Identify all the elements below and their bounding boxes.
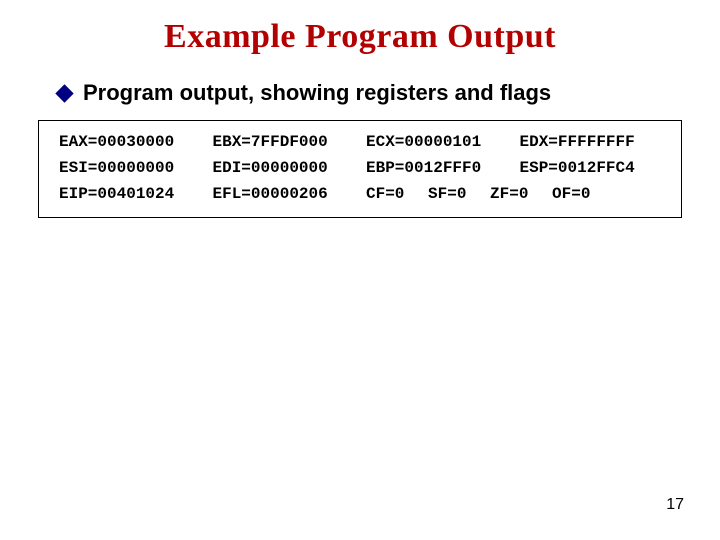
reg-eax: EAX=00030000 <box>53 129 207 155</box>
page-title: Example Program Output <box>30 18 690 56</box>
reg-edx: EDX=FFFFFFFF <box>514 129 668 155</box>
register-table: EAX=00030000 EBX=7FFDF000 ECX=00000101 E… <box>53 129 667 207</box>
table-row: EIP=00401024 EFL=00000206 CF=0 SF=0 ZF=0… <box>53 181 667 207</box>
table-row: ESI=00000000 EDI=00000000 EBP=0012FFF0 E… <box>53 155 667 181</box>
reg-ebp: EBP=0012FFF0 <box>360 155 514 181</box>
reg-ecx: ECX=00000101 <box>360 129 514 155</box>
bullet-item: Program output, showing registers and fl… <box>58 80 690 106</box>
flag-of: OF=0 <box>552 185 590 203</box>
slide: Example Program Output Program output, s… <box>0 0 720 540</box>
reg-ebx: EBX=7FFDF000 <box>207 129 361 155</box>
bullet-text: Program output, showing registers and fl… <box>83 80 551 106</box>
flag-cf: CF=0 <box>366 185 404 203</box>
reg-esp: ESP=0012FFC4 <box>514 155 668 181</box>
bullet-diamond-icon <box>55 84 73 102</box>
flags-cell: CF=0 SF=0 ZF=0 OF=0 <box>360 181 667 207</box>
reg-edi: EDI=00000000 <box>207 155 361 181</box>
reg-efl: EFL=00000206 <box>207 181 361 207</box>
reg-esi: ESI=00000000 <box>53 155 207 181</box>
reg-eip: EIP=00401024 <box>53 181 207 207</box>
table-row: EAX=00030000 EBX=7FFDF000 ECX=00000101 E… <box>53 129 667 155</box>
flag-sf: SF=0 <box>428 185 466 203</box>
flag-zf: ZF=0 <box>490 185 528 203</box>
page-number: 17 <box>666 496 684 514</box>
register-output-box: EAX=00030000 EBX=7FFDF000 ECX=00000101 E… <box>38 120 682 218</box>
